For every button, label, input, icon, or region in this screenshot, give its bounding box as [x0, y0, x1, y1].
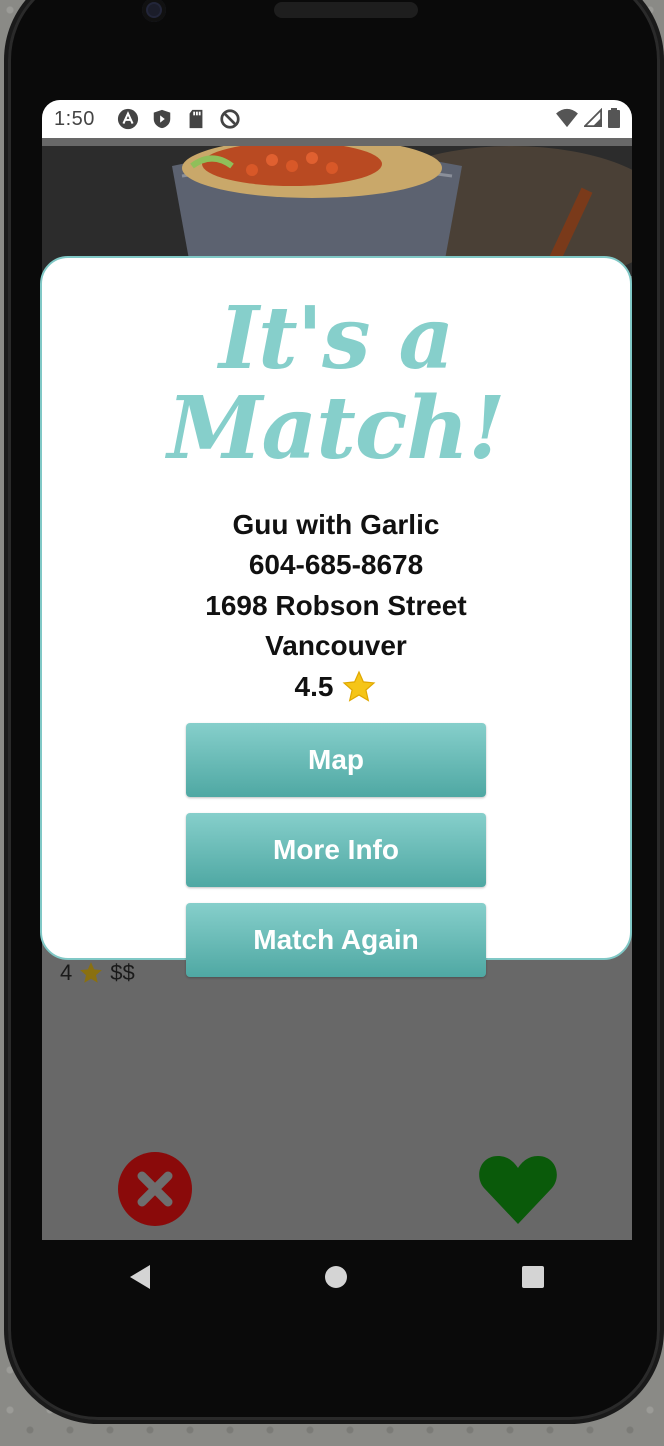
no-sync-icon — [220, 109, 240, 129]
rating-row: 4.5 — [42, 667, 630, 708]
navigation-bar — [42, 1240, 632, 1314]
front-camera — [142, 0, 166, 22]
battery-icon — [608, 108, 620, 128]
restaurant-street: 1698 Robson Street — [205, 589, 467, 621]
close-icon — [137, 1171, 173, 1207]
home-icon[interactable] — [324, 1266, 347, 1288]
wifi-icon — [556, 108, 578, 128]
back-icon[interactable] — [129, 1265, 150, 1289]
match-again-button[interactable]: Match Again — [186, 903, 486, 978]
restaurant-info: Guu with Garlic 604-685-8678 1698 Robson… — [42, 505, 630, 708]
restaurant-city: Vancouver — [265, 630, 407, 662]
card-rating-price: 4 $$ — [60, 960, 135, 986]
sd-card-icon — [189, 109, 203, 129]
status-bar: 1:50 — [42, 100, 632, 138]
restaurant-rating: 4.5 — [294, 670, 334, 702]
dismiss-button[interactable] — [118, 1152, 192, 1226]
star-icon — [343, 670, 376, 702]
shield-play-icon — [153, 109, 171, 129]
match-title: It's a Match! — [167, 288, 505, 480]
map-button[interactable]: Map — [186, 723, 486, 798]
recents-icon[interactable] — [522, 1266, 545, 1288]
restaurant-phone: 604-685-8678 — [248, 549, 424, 581]
card-price: $$ — [110, 960, 135, 985]
card-rating: 4 — [60, 960, 73, 985]
heart-icon[interactable] — [478, 1152, 558, 1226]
status-time: 1:50 — [54, 107, 95, 130]
signal-icon — [584, 108, 602, 127]
more-info-button[interactable]: More Info — [186, 813, 486, 888]
star-icon — [80, 962, 103, 983]
a-circle-icon — [117, 108, 139, 130]
match-dialog: It's a Match! Guu with Garlic 604-685-86… — [40, 256, 632, 978]
restaurant-name: Guu with Garlic — [232, 508, 440, 540]
earpiece-speaker — [274, 2, 418, 18]
